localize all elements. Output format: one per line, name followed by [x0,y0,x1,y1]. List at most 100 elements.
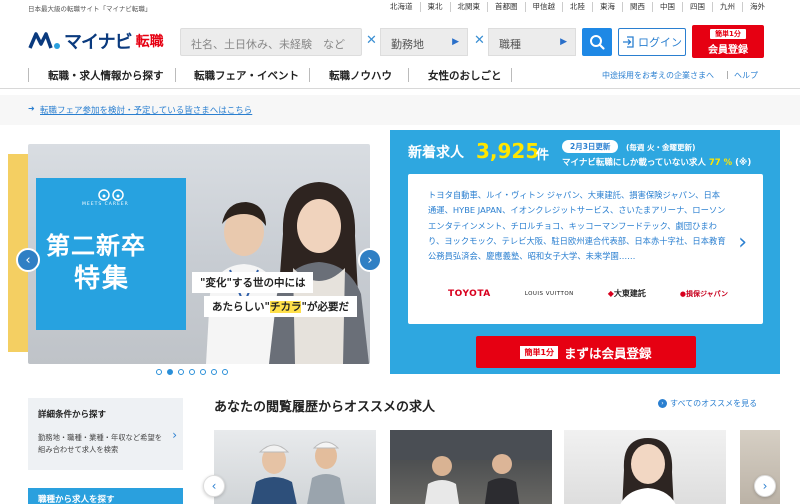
cta-main-label: まずは会員登録 [564,345,652,361]
hero-slide-dot[interactable] [156,369,162,375]
region-link[interactable]: 東北 [419,2,450,12]
chevron-left-icon: ‹ [25,252,31,268]
job-type-label: 職種 [499,38,521,51]
nav-item-knowhow[interactable]: 転職ノウハウ [329,68,392,83]
region-link[interactable]: 中国 [652,2,682,12]
hero-person-woman-image [269,182,369,364]
hero-title-block: MEETS CAREER 第二新卒 特集 [36,178,186,330]
login-icon [623,36,634,48]
hero-prev-button[interactable]: ‹ [16,248,40,272]
hero-brand-sub: MEETS CAREER [82,202,129,207]
nav-separator [175,68,176,82]
hero-banner[interactable]: MEETS CAREER 第二新卒 特集 "変化"する世の中には あたらしい"チ… [28,144,370,364]
global-nav: 転職・求人情報から探す 転職フェア・イベント 転職ノウハウ 女性のおしごと 中途… [0,64,800,86]
new-jobs-count: 3,925 [476,139,540,163]
daito-kentaku-logo-text: 大東建託 [613,289,646,298]
hero-slide-dot[interactable] [167,369,173,375]
hero-caption-2: あたらしい"チカラ"が必要だ [204,296,357,317]
louis-vuitton-logo: LOUIS VUITTON [524,290,574,297]
nav-separator [408,68,409,82]
hero-slide-dot[interactable] [178,369,184,375]
site-header: マイナビ 転職 社名、土日休み、未経験 など ✕ 勤務地 ▶ ✕ 職種 ▶ ログ… [0,22,800,62]
region-link[interactable]: 北陸 [562,2,592,12]
nav-item-fair[interactable]: 転職フェア・イベント [194,68,299,83]
update-date-badge: 2月3日更新 [562,140,619,153]
login-button[interactable]: ログイン [618,28,686,56]
site-tagline: 日本最大級の転職サイト「マイナビ転職」 [28,5,152,13]
clear-location-icon[interactable]: ✕ [474,33,485,48]
region-link[interactable]: 九州 [712,2,742,12]
chevron-right-icon: › [172,428,177,442]
hero-pagination [156,369,228,375]
hero-caption-2-post: "が必要だ [301,301,349,313]
region-link[interactable]: 海外 [742,2,772,12]
region-link[interactable]: 甲信越 [524,2,563,12]
recommended-section-title: あなたの閲覧履歴からオススメの求人 [214,400,436,415]
region-link[interactable]: 北海道 [383,2,420,12]
login-label: ログイン [638,36,682,49]
search-button[interactable] [582,28,612,56]
chevron-right-circle-icon: › [658,399,667,408]
hero-title-line1: 第二新卒 [46,232,146,260]
nav-item-women[interactable]: 女性のおしごと [428,68,502,83]
workers-image [251,441,345,504]
smiling-woman-image [620,438,676,504]
recommend-prev-button[interactable]: ‹ [203,475,225,497]
keyword-search-input[interactable]: 社名、土日休み、未経験 など [180,28,362,56]
region-link[interactable]: 首都圏 [487,2,525,12]
new-jobs-title: 新着求人 [408,145,464,161]
register-button[interactable]: 簡単1分 会員登録 [692,25,764,58]
caret-right-icon: ▶ [452,37,459,47]
caret-right-icon: ▶ [560,37,567,47]
company-list-text: トヨタ自動車、ルイ・ヴィトン ジャパン、大東建託、損害保険ジャパン、日本通運、H… [428,190,726,262]
recommend-next-button[interactable]: › [754,475,776,497]
region-link[interactable]: 関西 [622,2,652,12]
advanced-search-desc: 勤務地・職種・業種・年収など希望を組み合わせて求人を検索 [38,433,163,454]
hero-slide-dot[interactable] [200,369,206,375]
update-schedule: (毎週 火・金曜更新) [626,143,696,152]
clear-keyword-icon[interactable]: ✕ [366,33,377,48]
fair-notice-link[interactable]: 転職フェア参加を検討・予定している皆さまへはこちら [40,104,252,116]
recommended-job-thumb[interactable] [564,430,726,504]
hero-caption-2-pre: あたらしい" [212,301,270,313]
logo-sub: 転職 [135,34,164,50]
company-list-card[interactable]: トヨタ自動車、ルイ・ヴィトン ジャパン、大東建託、損害保険ジャパン、日本通運、H… [408,174,763,324]
hero-caption-1: "変化"する世の中には [192,272,314,293]
help-link[interactable]: ヘルプ [734,70,758,81]
site-logo[interactable]: マイナビ 転職 [28,28,164,54]
advanced-search-card[interactable]: 詳細条件から探す 勤務地・職種・業種・年収など希望を組み合わせて求人を検索 › [28,398,183,470]
recruiter-link[interactable]: 中途採用をお考えの企業さまへ [602,70,714,81]
new-jobs-unit: 件 [536,148,550,163]
register-cta-button[interactable]: 簡単1分 まずは会員登録 [476,336,696,368]
hero-next-button[interactable]: › [358,248,382,272]
location-label: 勤務地 [391,38,424,51]
nav-separator [511,68,512,82]
new-jobs-panel: 新着求人 3,925 件 2月3日更新 (毎週 火・金曜更新) マイナビ転職にし… [390,130,780,374]
see-all-recommended-link[interactable]: › すべてのオススメを見る [658,398,757,409]
advanced-search-title: 詳細条件から探す [38,410,107,420]
sompo-japan-logo-text: 損保ジャパン [685,289,728,298]
recommended-job-thumb[interactable] [390,430,552,504]
nav-separator [28,68,29,82]
hero-title-line2: 特集 [74,264,131,294]
recommended-job-thumb[interactable] [214,430,376,504]
hero-caption-2-highlight: チカラ [269,301,302,313]
region-link[interactable]: 東海 [592,2,622,12]
sompo-japan-logo: ●損保ジャパン [679,289,728,298]
location-select[interactable]: 勤務地 ▶ [380,28,468,56]
region-link[interactable]: 北関東 [449,2,488,12]
see-all-label: すべてのオススメを見る [670,399,758,408]
job-type-search-card[interactable]: 職種から求人を探す [28,488,183,504]
mynavi-logo-icon [28,32,60,49]
job-type-select[interactable]: 職種 ▶ [488,28,576,56]
hero-slide-dot[interactable] [189,369,195,375]
chevron-left-icon: ‹ [211,479,217,493]
meets-career-logo-icon [98,189,124,201]
region-link[interactable]: 四国 [682,2,712,12]
hero-slide-dot[interactable] [222,369,228,375]
notice-bar: ➜ 転職フェア参加を検討・予定している皆さまへはこちら [0,95,800,125]
chevron-right-icon: › [738,230,747,255]
hero-slide-dot[interactable] [211,369,217,375]
nav-item-job-search[interactable]: 転職・求人情報から探す [48,68,164,83]
logo-text: マイナビ [64,32,133,53]
